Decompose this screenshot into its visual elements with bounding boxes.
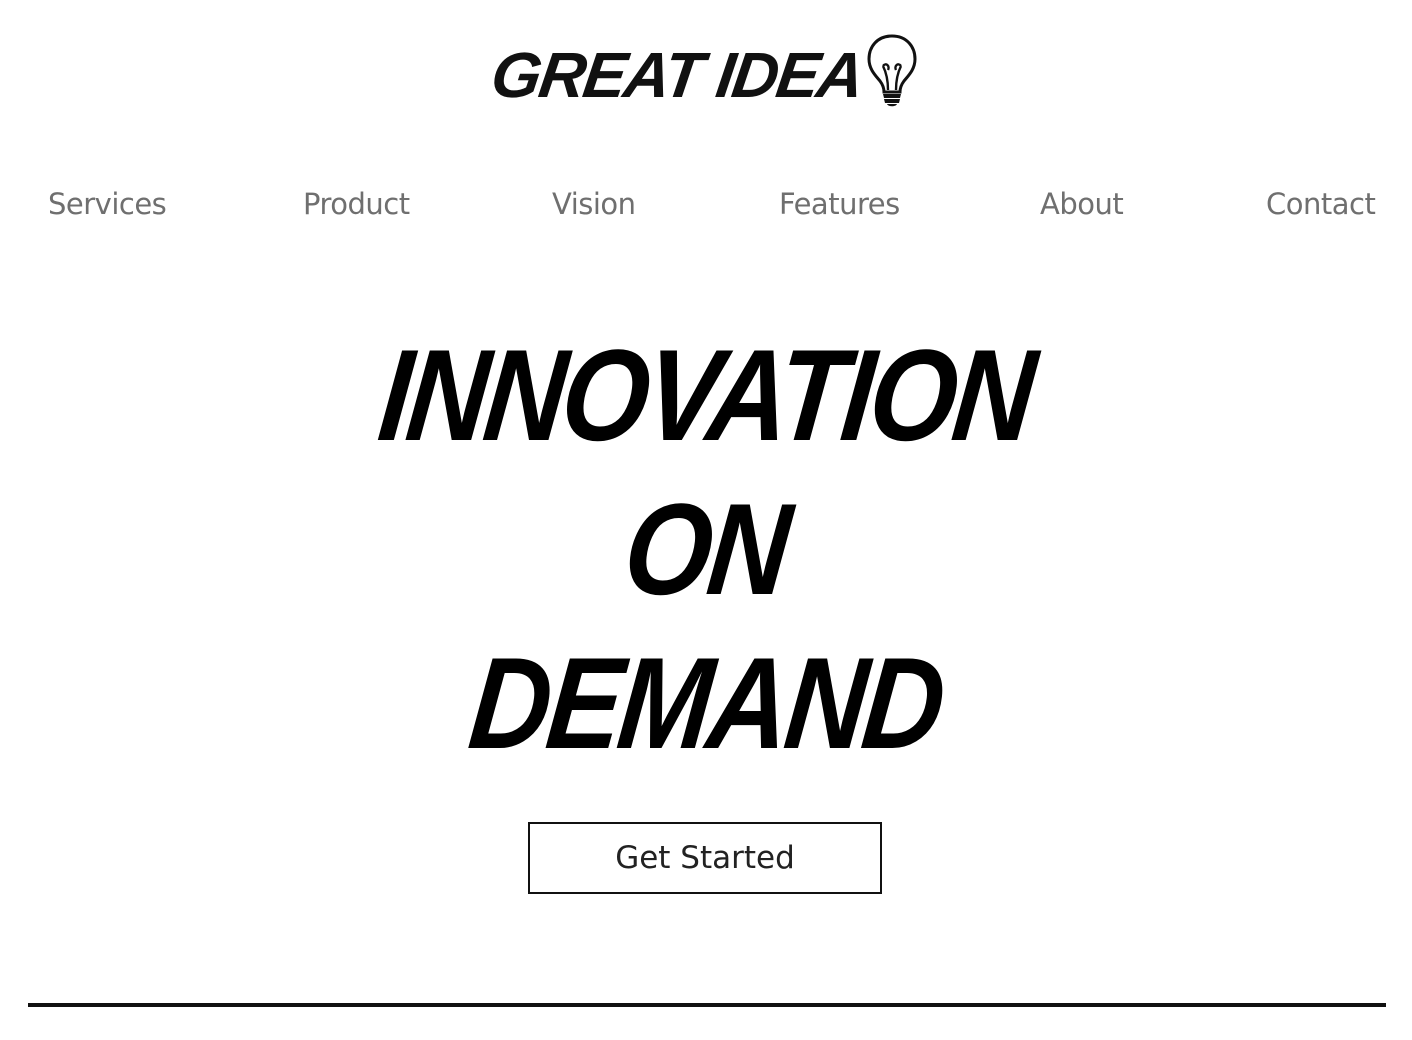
nav-item-about[interactable]: About [1040, 182, 1124, 226]
nav-item-features[interactable]: Features [779, 182, 900, 226]
logo[interactable]: GREAT IDEA [0, 34, 1412, 111]
hero-heading: INNOVATION ON DEMAND [0, 318, 1412, 780]
main-nav: Services Product Vision Features About C… [0, 182, 1412, 226]
hero-line-2: ON [617, 476, 795, 622]
nav-item-services[interactable]: Services [48, 182, 167, 226]
nav-item-contact[interactable]: Contact [1266, 182, 1376, 226]
section-divider [28, 1003, 1386, 1007]
hero-line-3: DEMAND [463, 630, 949, 776]
logo-text: GREAT IDEA [486, 39, 868, 111]
get-started-button[interactable]: Get Started [528, 822, 882, 894]
hero-line-1: INNOVATION [372, 322, 1040, 468]
lightbulb-icon [867, 34, 917, 107]
nav-item-product[interactable]: Product [303, 182, 410, 226]
nav-item-vision[interactable]: Vision [552, 182, 636, 226]
